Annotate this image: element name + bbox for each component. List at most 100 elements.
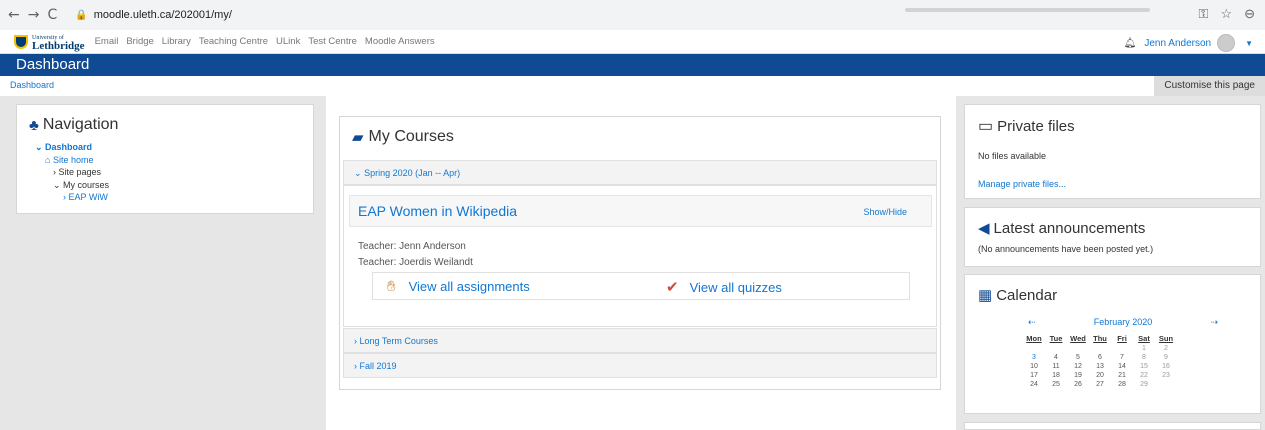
calendar-day[interactable]: 10 [1023, 362, 1045, 371]
term-spring-2020[interactable]: ⌄ Spring 2020 (Jan -- Apr) [343, 160, 937, 185]
nav-dashboard[interactable]: ⌄ Dashboard [35, 141, 313, 154]
breadcrumb[interactable]: Dashboard [10, 80, 54, 90]
page-title: Dashboard [0, 54, 1265, 76]
calendar-day[interactable]: 6 [1089, 353, 1111, 362]
calendar-day[interactable]: 22 [1133, 371, 1155, 380]
university-logo[interactable]: University of Lethbridge [14, 34, 85, 51]
announcements-block: ◀ Latest announcements (No announcements… [964, 207, 1261, 267]
forward-icon[interactable]: → [28, 7, 40, 23]
calendar-day[interactable]: 24 [1023, 380, 1045, 389]
calendar-day[interactable]: 29 [1133, 380, 1155, 389]
top-link-test-centre[interactable]: Test Centre [308, 36, 357, 47]
calendar-day[interactable]: 23 [1155, 371, 1177, 380]
customise-button[interactable]: Customise this page [1154, 76, 1265, 96]
announcements-title: Latest announcements [993, 219, 1146, 237]
calendar-day[interactable]: 26 [1067, 380, 1089, 389]
calendar-day[interactable]: 18 [1045, 371, 1067, 380]
calendar-day-today[interactable]: 3 [1023, 353, 1045, 362]
manage-private-files-link[interactable]: Manage private files... [978, 179, 1066, 189]
calendar-day[interactable]: 11 [1045, 362, 1067, 371]
calendar-widget: ⇠ February 2020 ⇢ Mon Tue Wed Thu Fri Sa… [1026, 317, 1218, 389]
assignment-icon: ✋︎ [387, 278, 396, 295]
profile-icon[interactable]: ⊖ [1244, 6, 1255, 22]
calendar-day[interactable]: 12 [1067, 362, 1089, 371]
nav-course-label: EAP WiW [68, 192, 108, 202]
nav-site-pages[interactable]: › Site pages [53, 166, 313, 179]
teacher-2: Teacher: Joerdis Weilandt [358, 257, 473, 268]
address-bar[interactable]: moodle.uleth.ca/202001/my/ [94, 9, 232, 21]
nav-site-home-label: Site home [52, 154, 94, 165]
reload-icon[interactable]: C [47, 7, 57, 23]
term-fall-label: Fall 2019 [359, 361, 397, 371]
key-icon[interactable]: ⚿ [1199, 6, 1209, 22]
top-link-email[interactable]: Email [95, 36, 119, 47]
calendar-day[interactable] [1111, 344, 1133, 353]
user-menu[interactable]: 🔔︎ Jenn Anderson ▼ [1124, 34, 1253, 52]
calendar-day[interactable] [1045, 344, 1067, 353]
calendar-day[interactable]: 15 [1133, 362, 1155, 371]
calendar-day[interactable]: 4 [1045, 353, 1067, 362]
navigation-block: ♣ Navigation ⌄ Dashboard ⌂ Site home › S… [16, 104, 314, 214]
term-long-term[interactable]: › Long Term Courses [343, 328, 937, 353]
calendar-day[interactable] [1067, 344, 1089, 353]
caret-down-icon[interactable]: ▼ [1245, 39, 1253, 48]
calendar-day[interactable]: 25 [1045, 380, 1067, 389]
calendar-day[interactable]: 16 [1155, 362, 1177, 371]
calendar-day[interactable] [1155, 380, 1177, 389]
prev-month-arrow[interactable]: ⇠ [1028, 317, 1036, 328]
avatar[interactable] [1217, 34, 1236, 52]
home-icon: ⌂ [45, 154, 51, 165]
calendar-day[interactable]: 20 [1089, 371, 1111, 380]
partial-block [964, 422, 1261, 430]
next-month-arrow[interactable]: ⇢ [1210, 317, 1218, 328]
calendar-day[interactable]: 13 [1089, 362, 1111, 371]
top-link-moodle-answers[interactable]: Moodle Answers [365, 36, 435, 47]
calendar-day[interactable]: 14 [1111, 362, 1133, 371]
assignments-label: View all assignments [408, 279, 530, 294]
bell-icon[interactable]: 🔔︎ [1124, 38, 1137, 49]
course-title[interactable]: EAP Women in Wikipedia [358, 203, 517, 219]
calendar-day[interactable]: 28 [1111, 380, 1133, 389]
star-icon[interactable]: ☆ [1220, 6, 1232, 22]
day-header: Wed [1070, 333, 1086, 343]
show-hide-link[interactable]: Show/Hide [863, 207, 907, 217]
view-quizzes-link[interactable]: ✔ View all quizzes [666, 278, 782, 296]
chevron-right-icon: › [354, 336, 357, 346]
calendar-day[interactable]: 21 [1111, 371, 1133, 380]
term-spring-label: Spring 2020 (Jan -- Apr) [364, 168, 461, 178]
breadcrumb-bar: Dashboard Customise this page [0, 76, 1265, 96]
calendar-day[interactable] [1089, 344, 1111, 353]
nav-course-eap[interactable]: › EAP WiW [63, 191, 313, 204]
nav-dashboard-label: Dashboard [45, 142, 93, 152]
calendar-day[interactable]: 5 [1067, 353, 1089, 362]
chevron-right-icon: › [354, 361, 357, 371]
view-assignments-link[interactable]: ✋︎ View all assignments [387, 278, 530, 295]
calendar-day[interactable]: 7 [1111, 353, 1133, 362]
calendar-day[interactable]: 1 [1133, 344, 1155, 353]
back-icon[interactable]: ← [8, 7, 20, 23]
nav-my-courses-label: My courses [63, 179, 110, 190]
calendar-icon: ▦ [978, 287, 993, 304]
term-fall-2019[interactable]: › Fall 2019 [343, 353, 937, 378]
calendar-month: February 2020 [1093, 317, 1153, 327]
top-link-bridge[interactable]: Bridge [126, 36, 153, 47]
day-header: Mon [1026, 333, 1042, 343]
top-link-library[interactable]: Library [162, 36, 191, 47]
nav-my-courses[interactable]: ⌄ My courses [53, 179, 313, 192]
calendar-day[interactable] [1023, 344, 1045, 353]
browser-toolbar: ← → C 🔒 moodle.uleth.ca/202001/my/ ⚿ ☆ ⊖ [0, 0, 1265, 30]
calendar-day[interactable]: 19 [1067, 371, 1089, 380]
nav-site-home[interactable]: ⌂ Site home [45, 154, 313, 167]
calendar-day[interactable]: 27 [1089, 380, 1111, 389]
calendar-day[interactable]: 9 [1155, 353, 1177, 362]
top-links: Email Bridge Library Teaching Centre ULi… [95, 36, 435, 47]
top-link-teaching-centre[interactable]: Teaching Centre [199, 36, 268, 47]
shield-icon [14, 34, 28, 49]
top-link-ulink[interactable]: ULink [276, 36, 300, 47]
user-name[interactable]: Jenn Anderson [1144, 38, 1211, 49]
calendar-day[interactable]: 8 [1133, 353, 1155, 362]
calendar-day[interactable]: 2 [1155, 344, 1177, 353]
calendar-day[interactable]: 17 [1023, 371, 1045, 380]
megaphone-icon: ◀ [978, 220, 990, 237]
sitemap-icon: ♣ [29, 116, 39, 134]
